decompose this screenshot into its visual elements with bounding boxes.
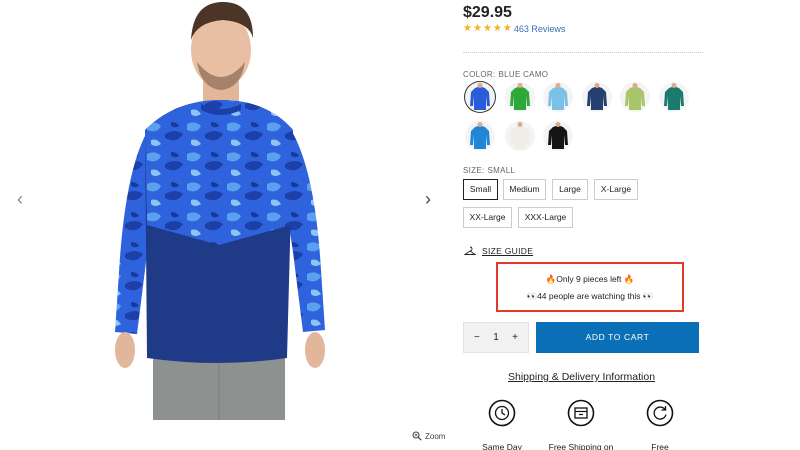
- product-gallery: ‹ › Zoom: [0, 0, 455, 450]
- feature-free-shipping: Free Shipping on: [536, 399, 626, 450]
- color-swatch-bright-blue[interactable]: [465, 121, 495, 151]
- stock-message: 🔥Only 9 pieces left 🔥: [545, 274, 635, 284]
- shipping-info-link[interactable]: Shipping & Delivery Information: [508, 371, 655, 383]
- color-label-text: COLOR:: [463, 70, 496, 79]
- quantity-stepper: − 1 +: [463, 322, 529, 353]
- shirt-thumbnail: [548, 83, 568, 110]
- feature-label: Same Day: [482, 442, 522, 450]
- color-swatch-black[interactable]: [543, 121, 573, 151]
- size-option-xx-large[interactable]: XX-Large: [463, 207, 512, 228]
- zoom-button[interactable]: Zoom: [412, 431, 445, 441]
- shirt-thumbnail: [548, 122, 568, 149]
- hanger-icon: [464, 246, 476, 255]
- previous-image-arrow[interactable]: ‹: [10, 188, 30, 210]
- shirt-thumbnail: [510, 122, 530, 149]
- size-guide-label: SIZE GUIDE: [482, 246, 534, 256]
- color-swatch-teal[interactable]: [659, 82, 689, 112]
- star-icon: ★: [472, 23, 482, 34]
- color-swatch-grey-green[interactable]: [620, 82, 650, 112]
- scarcity-box: 🔥Only 9 pieces left 🔥 👀44 people are wat…: [496, 262, 684, 312]
- divider: [463, 52, 703, 53]
- selected-color: BLUE CAMO: [498, 70, 549, 79]
- shirt-thumbnail: [470, 122, 490, 149]
- decrease-quantity-button[interactable]: −: [474, 332, 480, 343]
- color-swatch-white[interactable]: [505, 121, 535, 151]
- shirt-thumbnail: [587, 83, 607, 110]
- size-option-small[interactable]: Small: [463, 179, 498, 200]
- shirt-thumbnail: [625, 83, 645, 110]
- size-option-large[interactable]: Large: [552, 179, 588, 200]
- color-swatch-navy-camo[interactable]: [582, 82, 612, 112]
- magnifier-icon: [412, 431, 422, 441]
- next-image-arrow[interactable]: ›: [418, 188, 438, 210]
- size-option-medium[interactable]: Medium: [503, 179, 546, 200]
- feature-free-returns: Free: [615, 399, 705, 450]
- selected-size: SMALL: [487, 166, 516, 175]
- color-swatch-green[interactable]: [505, 82, 535, 112]
- color-label: COLOR: BLUE CAMO: [463, 70, 548, 79]
- increase-quantity-button[interactable]: +: [512, 332, 518, 343]
- watching-message: 👀44 people are watching this 👀: [526, 291, 654, 301]
- feature-label: Free Shipping on: [548, 442, 614, 450]
- clock-icon: [488, 399, 516, 427]
- refresh-icon: [646, 399, 674, 427]
- size-option-xxx-large[interactable]: XXX-Large: [518, 207, 573, 228]
- package-icon: [567, 399, 595, 427]
- product-image: [115, 2, 325, 420]
- feature-same-day: Same Day: [457, 399, 547, 450]
- size-guide-link[interactable]: SIZE GUIDE: [464, 246, 533, 256]
- size-option-x-large[interactable]: X-Large: [594, 179, 638, 200]
- star-icon: ★: [502, 23, 512, 34]
- shirt-thumbnail: [510, 83, 530, 110]
- zoom-label: Zoom: [425, 431, 446, 441]
- add-to-cart-button[interactable]: ADD TO CART: [536, 322, 699, 353]
- product-price: $29.95: [463, 4, 512, 21]
- shirt-thumbnail: [470, 83, 490, 110]
- size-label: SIZE: SMALL: [463, 166, 515, 175]
- star-icon: ★: [492, 23, 502, 34]
- shirt-thumbnail: [664, 83, 684, 110]
- star-icon: ★: [482, 23, 492, 34]
- size-label-text: SIZE:: [463, 166, 485, 175]
- star-icon: ★: [463, 23, 472, 34]
- rating-row: ★ ★ ★ ★ ★ 463 Reviews: [463, 23, 566, 35]
- reviews-link[interactable]: 463 Reviews: [514, 24, 566, 34]
- quantity-value[interactable]: 1: [493, 332, 499, 343]
- color-swatch-light-blue-white[interactable]: [543, 82, 573, 112]
- feature-label: Free: [651, 442, 669, 450]
- color-swatch-blue-camo[interactable]: [465, 82, 495, 112]
